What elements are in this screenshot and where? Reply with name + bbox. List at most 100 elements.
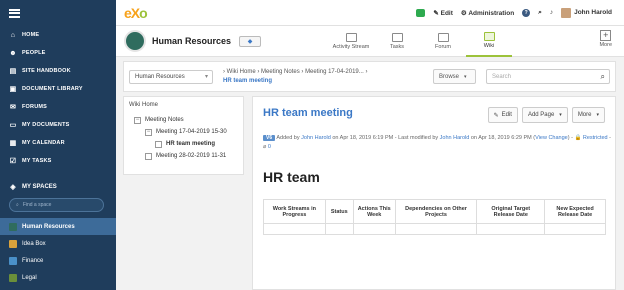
wiki-search-placeholder: Search — [492, 73, 512, 80]
search-icon[interactable]: ⌕ — [538, 9, 542, 17]
sidebar-item-label: DOCUMENT LIBRARY — [22, 86, 83, 92]
browse-button[interactable]: Browse ▾ — [433, 69, 476, 84]
tab-tasks[interactable]: Tasks — [374, 26, 420, 57]
wiki-page-content: HR team meeting ✎ Edit Add Page ▾ More ▾ V6… — [252, 96, 616, 290]
space-item-label: Legal — [22, 274, 37, 281]
table-cell — [352, 223, 396, 235]
forum-icon — [437, 33, 449, 42]
tree-toggle-icon[interactable] — [155, 140, 162, 148]
added-on-text: on Apr 18, 2019 6:19 PM - Last modified … — [332, 135, 439, 141]
more-actions-label: More — [577, 112, 592, 118]
sidebar-item-forums[interactable]: ✉ FORUMS — [0, 98, 116, 116]
edit-menu-label: Edit — [440, 9, 453, 17]
tab-label: Tasks — [389, 44, 405, 50]
tab-wiki[interactable]: Wiki — [466, 26, 512, 57]
space-item-finance[interactable]: Finance — [0, 252, 116, 269]
more-plus-icon: + — [600, 30, 612, 41]
sidebar-item-home[interactable]: ⌂ HOME — [0, 26, 116, 44]
wiki-space-select[interactable]: Human Resources ▾ — [129, 69, 213, 84]
tree-toggle-icon[interactable]: − — [145, 128, 152, 136]
tab-activity-stream[interactable]: Activity Stream — [328, 26, 374, 57]
chevron-down-icon: ▾ — [596, 112, 599, 118]
browse-label: Browse — [439, 73, 460, 80]
table-header-cell: New Expected Release Date — [544, 199, 606, 224]
tree-node[interactable]: HR team meeting — [129, 138, 238, 150]
space-item-human-resources[interactable]: Human Resources — [0, 218, 116, 235]
breadcrumb-separator-icon: › — [365, 68, 368, 75]
space-thumbnail — [9, 239, 17, 248]
space-thumbnail — [9, 256, 17, 265]
sidebar-item-document-library[interactable]: ▣ DOCUMENT LIBRARY — [0, 80, 116, 98]
add-page-label: Add Page — [527, 112, 555, 118]
wiki-search-input[interactable]: Search ⌕ — [486, 69, 610, 84]
user-menu[interactable]: John Harold — [561, 7, 612, 18]
tab-label: Activity Stream — [332, 44, 370, 50]
tree-node[interactable]: Meeting 28-02-2019 11-31 — [129, 150, 238, 162]
notifications-bell-icon[interactable]: ♪ — [550, 9, 553, 16]
page-heading: HR team — [263, 169, 320, 185]
lock-icon: 🔒 — [574, 135, 582, 141]
table-cell — [324, 223, 354, 235]
space-item-label: Human Resources — [22, 223, 75, 230]
add-page-button[interactable]: Add Page ▾ — [521, 107, 568, 123]
edit-page-button[interactable]: ✎ Edit — [487, 107, 518, 123]
meta-separator: - — [609, 135, 611, 141]
tree-node[interactable]: − Meeting Notes — [129, 114, 238, 126]
my-spaces-label: MY SPACES — [22, 184, 57, 190]
breadcrumb-separator-icon: › — [301, 68, 304, 75]
edit-menu[interactable]: ✎ Edit — [433, 9, 453, 17]
version-badge[interactable]: V6 — [263, 135, 276, 141]
tab-label: Wiki — [483, 43, 495, 49]
sidebar-item-label: MY CALENDAR — [22, 140, 65, 146]
forums-icon: ✉ — [9, 104, 17, 111]
space-settings-button[interactable]: ◆ — [239, 35, 262, 47]
sidebar-item-label: MY DOCUMENTS — [22, 122, 70, 128]
space-title: Human Resources — [152, 36, 232, 46]
search-icon[interactable]: ⌕ — [601, 72, 605, 82]
help-icon[interactable]: ? — [522, 8, 531, 17]
wiki-toolbar: Human Resources ▾ › Wiki Home › Meeting … — [123, 61, 616, 92]
breadcrumb-wiki-home[interactable]: Wiki Home — [227, 69, 256, 75]
sidebar-item-my-calendar[interactable]: ▦ MY CALENDAR — [0, 134, 116, 152]
sidebar-item-site-handbook[interactable]: ▤ SITE HANDBOOK — [0, 62, 116, 80]
tree-toggle-icon[interactable]: − — [134, 116, 141, 124]
find-space-placeholder: Find a space — [22, 202, 52, 208]
tree-toggle-icon[interactable] — [145, 152, 152, 160]
tree-node-label: Meeting 28-02-2019 11-31 — [156, 153, 227, 159]
tree-wiki-home[interactable]: Wiki Home — [129, 102, 238, 108]
breadcrumb-meeting-date[interactable]: Meeting 17-04-2019... — [305, 69, 364, 75]
hamburger-menu-icon[interactable] — [9, 8, 20, 18]
attachment-icon[interactable]: ⌀ — [263, 144, 266, 150]
restricted-link[interactable]: Restricted — [583, 135, 608, 141]
more-tab-label: More — [599, 42, 612, 48]
breadcrumb-meeting-notes[interactable]: Meeting Notes — [261, 69, 300, 75]
table-header-cell: Dependencies on Other Projects — [394, 199, 478, 224]
chevron-down-icon: ▾ — [204, 73, 208, 80]
wiki-space-select-value: Human Resources — [135, 73, 185, 80]
exo-logo[interactable]: eXo — [124, 4, 148, 21]
administration-menu[interactable]: ⚙ Administration — [461, 9, 514, 17]
sidebar-item-my-documents[interactable]: ▭ MY DOCUMENTS — [0, 116, 116, 134]
chat-icon[interactable] — [416, 8, 426, 17]
tab-forum[interactable]: Forum — [420, 26, 466, 57]
tree-node[interactable]: − Meeting 17-04-2019 15-30 — [129, 126, 238, 138]
attachments-count[interactable]: 0 — [268, 144, 271, 150]
modified-by-link[interactable]: John Harold — [440, 135, 470, 141]
logo-letter-x: X — [130, 4, 140, 21]
chevron-down-icon: ▾ — [464, 73, 467, 80]
sidebar-item-my-tasks[interactable]: ☑ MY TASKS — [0, 152, 116, 170]
sidebar-item-people[interactable]: ☻ PEOPLE — [0, 44, 116, 62]
space-item-label: Idea Box — [22, 240, 46, 247]
find-space-input[interactable]: ⌕ Find a space — [9, 198, 104, 212]
more-actions-button[interactable]: More ▾ — [571, 107, 605, 123]
space-item-idea-box[interactable]: Idea Box — [0, 235, 116, 252]
space-more-tab[interactable]: + More — [599, 30, 612, 48]
my-spaces-heading[interactable]: ◈ MY SPACES — [0, 178, 116, 196]
table-cell — [476, 223, 546, 235]
space-item-legal[interactable]: Legal — [0, 269, 116, 286]
added-by-link[interactable]: John Harold — [301, 135, 331, 141]
added-by-text: Added by — [276, 135, 300, 141]
view-change-link[interactable]: View Change — [535, 135, 568, 141]
top-navigation-bar: eXo ✎ Edit ⚙ Administration ? ⌕ ♪ John H… — [116, 0, 624, 26]
wiki-icon — [483, 32, 495, 41]
